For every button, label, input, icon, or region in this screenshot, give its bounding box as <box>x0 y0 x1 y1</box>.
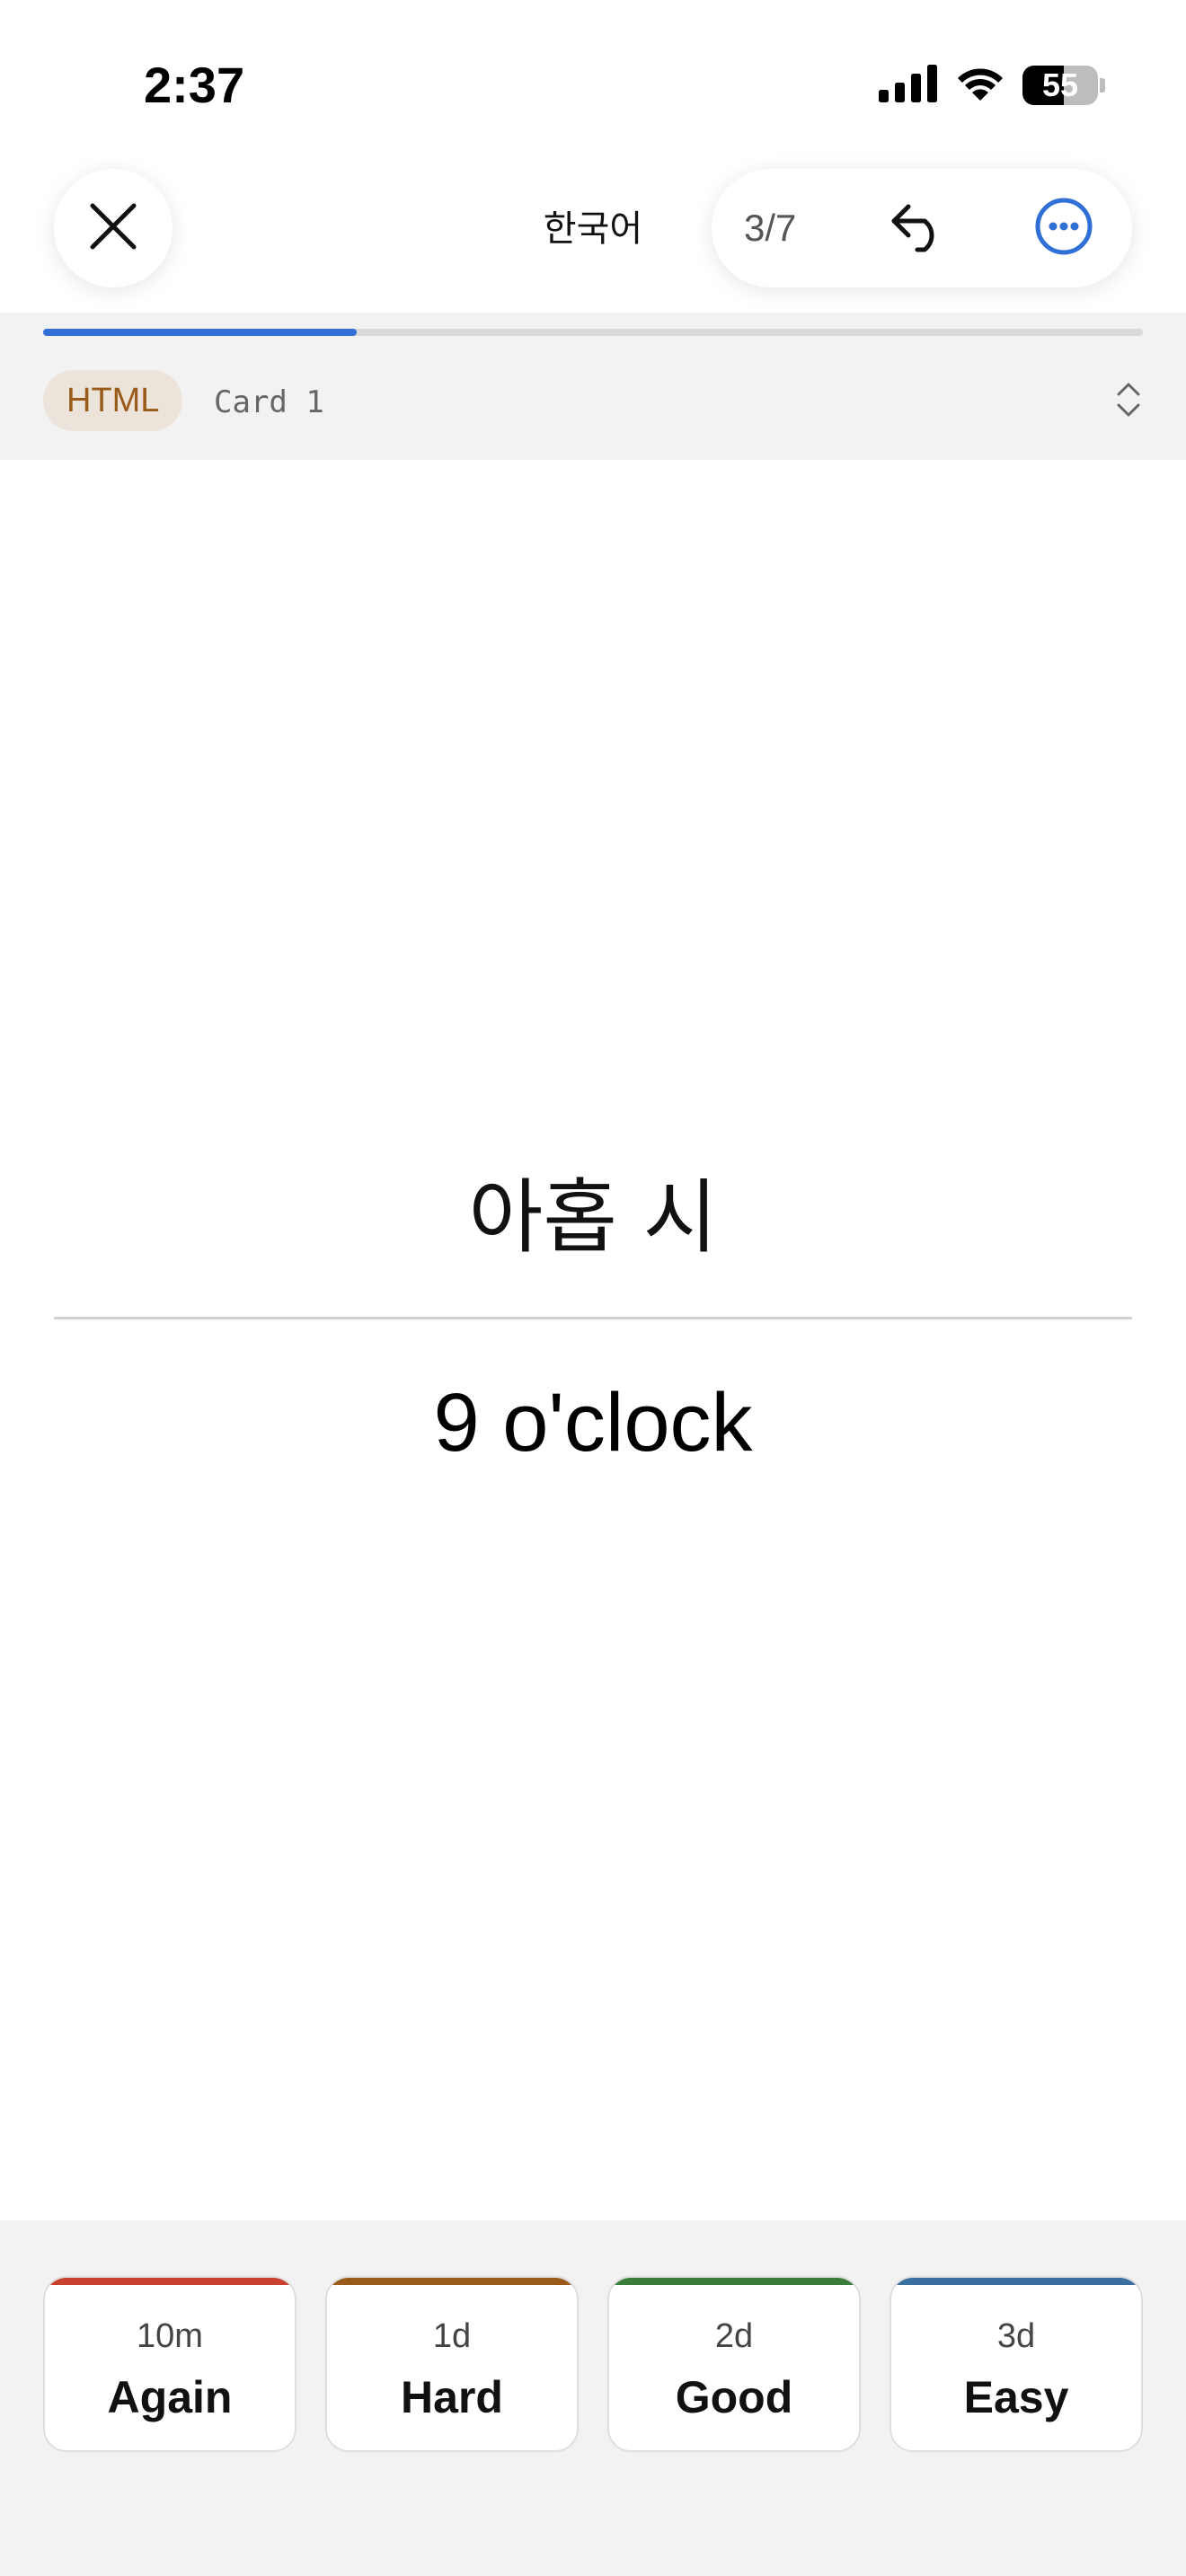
battery-percentage: 55 <box>1042 66 1079 103</box>
again-label: Again <box>107 2372 233 2422</box>
hard-button[interactable]: 1d Hard <box>325 2276 579 2452</box>
battery-nub <box>1100 78 1105 93</box>
cellular-signal-icon <box>879 64 938 107</box>
status-time: 2:37 <box>144 57 245 113</box>
card-template-name: Card 1 <box>214 384 324 420</box>
status-bar: 2:37 55 <box>0 0 1186 162</box>
battery-icon: 55 <box>1022 66 1105 105</box>
hard-color-stripe <box>327 2278 577 2285</box>
easy-color-stripe <box>891 2278 1141 2285</box>
good-interval: 2d <box>714 2317 754 2355</box>
status-icons: 55 <box>879 64 1105 107</box>
chevron-up-down-icon <box>1115 380 1142 424</box>
answer-buttons-bar: 10m Again 1d Hard 2d Good 3d Easy <box>0 2220 1186 2576</box>
undo-button[interactable] <box>882 196 954 260</box>
close-button[interactable] <box>54 169 173 287</box>
wifi-icon <box>954 65 1006 107</box>
easy-interval: 3d <box>996 2317 1036 2355</box>
review-header: 한국어 3/7 <box>0 162 1186 313</box>
card-counter: 3/7 <box>744 207 797 249</box>
battery-body: 55 <box>1022 66 1099 105</box>
card-template-selector[interactable] <box>1111 381 1146 422</box>
undo-icon <box>887 199 950 258</box>
card-front-text: 아홉 시 <box>468 1170 718 1265</box>
again-color-stripe <box>45 2278 295 2285</box>
again-button[interactable]: 10m Again <box>43 2276 296 2452</box>
card-back-text: 9 o'clock <box>433 1377 753 1469</box>
answer-divider <box>54 1317 1132 1319</box>
more-icon <box>1034 197 1093 260</box>
hard-interval: 1d <box>432 2317 472 2355</box>
close-icon <box>87 200 139 257</box>
progress-fill <box>43 329 357 336</box>
good-button[interactable]: 2d Good <box>607 2276 861 2452</box>
good-label: Good <box>675 2372 793 2422</box>
again-interval: 10m <box>137 2317 203 2355</box>
more-options-button[interactable] <box>1033 198 1094 259</box>
easy-label: Easy <box>963 2372 1069 2422</box>
card-meta-bar: HTML Card 1 <box>0 313 1186 460</box>
note-type-tag: HTML <box>43 370 183 431</box>
progress-bar <box>43 329 1143 336</box>
hard-label: Hard <box>401 2372 503 2422</box>
header-actions-pill: 3/7 <box>712 169 1132 287</box>
card-content: 아홉 시 9 o'clock <box>0 460 1186 2220</box>
deck-title: 한국어 <box>543 208 643 250</box>
easy-button[interactable]: 3d Easy <box>890 2276 1143 2452</box>
good-color-stripe <box>609 2278 859 2285</box>
